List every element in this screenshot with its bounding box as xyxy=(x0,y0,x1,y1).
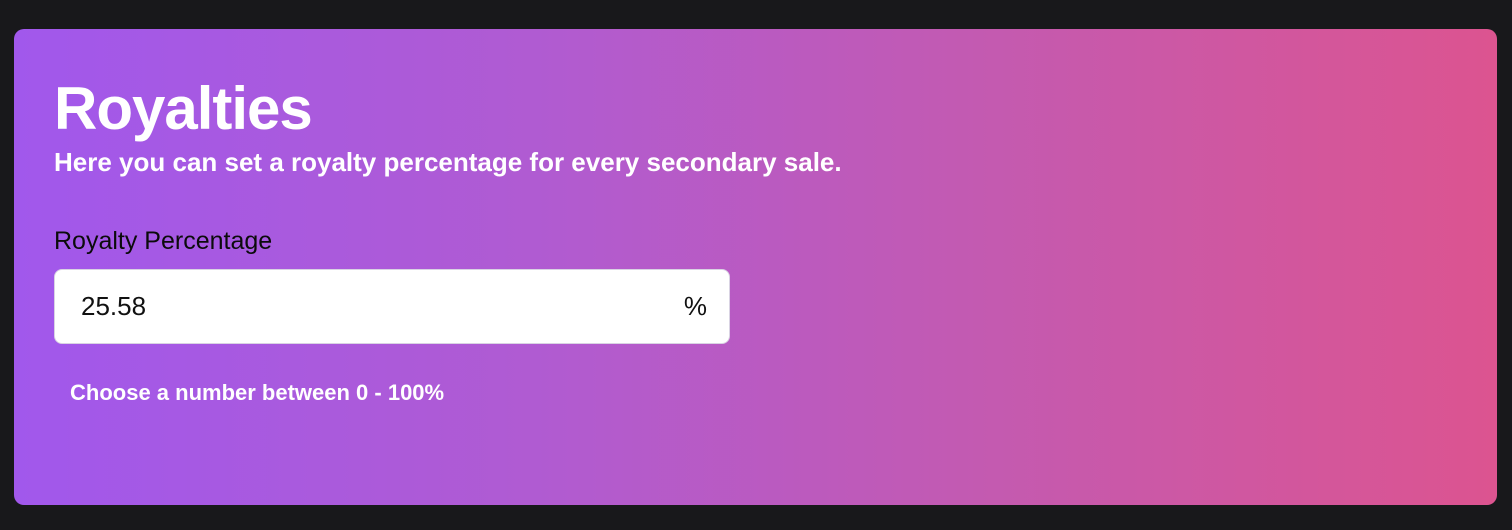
royalty-hint-text: Choose a number between 0 - 100% xyxy=(70,380,445,405)
page-subtitle: Here you can set a royalty percentage fo… xyxy=(54,147,842,177)
royalty-percentage-label: Royalty Percentage xyxy=(54,227,273,255)
royalty-percentage-input[interactable] xyxy=(55,270,655,343)
page-title: Royalties xyxy=(54,75,313,142)
percent-unit: % xyxy=(683,291,707,321)
royalties-card: Royalties Here you can set a royalty per… xyxy=(14,29,1497,505)
royalty-percentage-field[interactable]: % xyxy=(54,269,730,344)
